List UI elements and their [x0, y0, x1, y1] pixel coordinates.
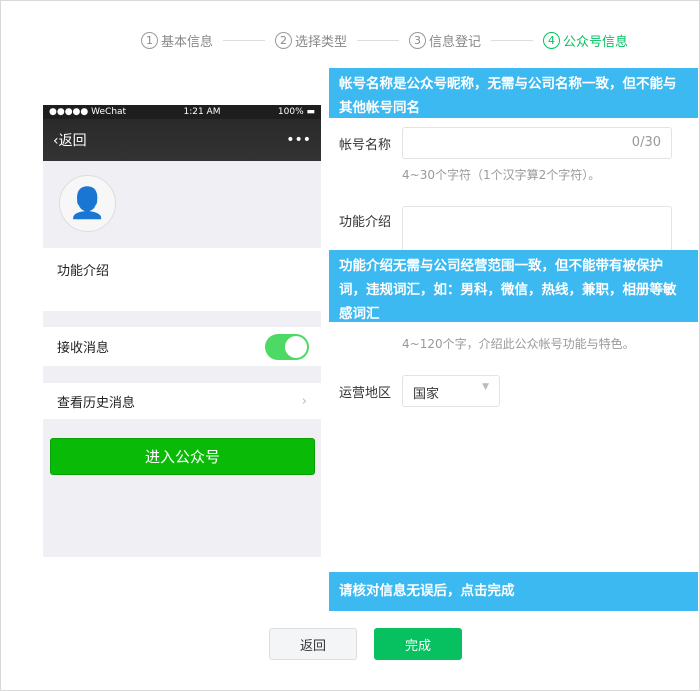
tip-name: 帐号名称是公众号昵称，无需与公司名称一致，但不能与其他帐号同名 [329, 68, 698, 118]
region-label: 运营地区 [339, 386, 392, 401]
battery: 100% ▬ [277, 107, 315, 117]
toggle-switch [265, 333, 309, 360]
tip-intro: 功能介绍无需与公司经营范围一致，但不能带有被保护词，违规词汇，如：男科，微信，热… [329, 250, 698, 322]
more-icon: ••• [286, 132, 311, 148]
phone-preview: ●●●●● WeChat 1:21 AM 100% ▬ ‹返回 ••• 👤 功能介绍 … [43, 105, 321, 557]
step-divider [491, 39, 534, 41]
name-label: 帐号名称 [339, 138, 392, 153]
status-bar: ●●●●● WeChat 1:21 AM 100% ▬ [43, 105, 321, 119]
phone-back: ‹返回 [53, 133, 87, 149]
step-2: 2 选择类型 [275, 31, 347, 50]
step-divider [223, 39, 266, 41]
intro-hint: 4~120个字，介绍此公众帐号功能与特色。 [402, 337, 635, 351]
intro-label: 功能介绍 [339, 215, 392, 230]
step-divider [357, 39, 400, 41]
step-3: 3 信息登记 [409, 31, 481, 50]
step-4: 4 公众号信息 [543, 31, 628, 50]
account-name-input[interactable]: 0/30 [402, 127, 672, 159]
phone-nav-bar: ‹返回 ••• [43, 119, 321, 161]
phone-intro-row: 功能介绍 [43, 248, 321, 311]
name-counter: 0/30 [631, 135, 661, 150]
tip-confirm: 请核对信息无误后，点击完成 [329, 572, 698, 611]
intro-textarea[interactable] [402, 206, 672, 256]
region-select[interactable]: 国家 ▼ [402, 375, 500, 407]
dropdown-arrow-icon: ▼ [482, 382, 489, 392]
avatar-icon: 👤 [59, 175, 116, 232]
done-button[interactable]: 完成 [374, 628, 462, 660]
name-hint: 4~30个字符（1个汉字算2个字符）。 [402, 168, 601, 182]
step-1: 1 基本信息 [141, 31, 213, 50]
phone-history-row: 查看历史消息 › [43, 383, 321, 419]
chevron-right-icon: › [301, 393, 307, 409]
phone-receive-row: 接收消息 [43, 327, 321, 366]
enter-account-button: 进入公众号 [50, 438, 315, 475]
back-button[interactable]: 返回 [269, 628, 357, 660]
step-indicator: 1 基本信息 2 选择类型 3 信息登记 4 公众号信息 [141, 30, 628, 50]
